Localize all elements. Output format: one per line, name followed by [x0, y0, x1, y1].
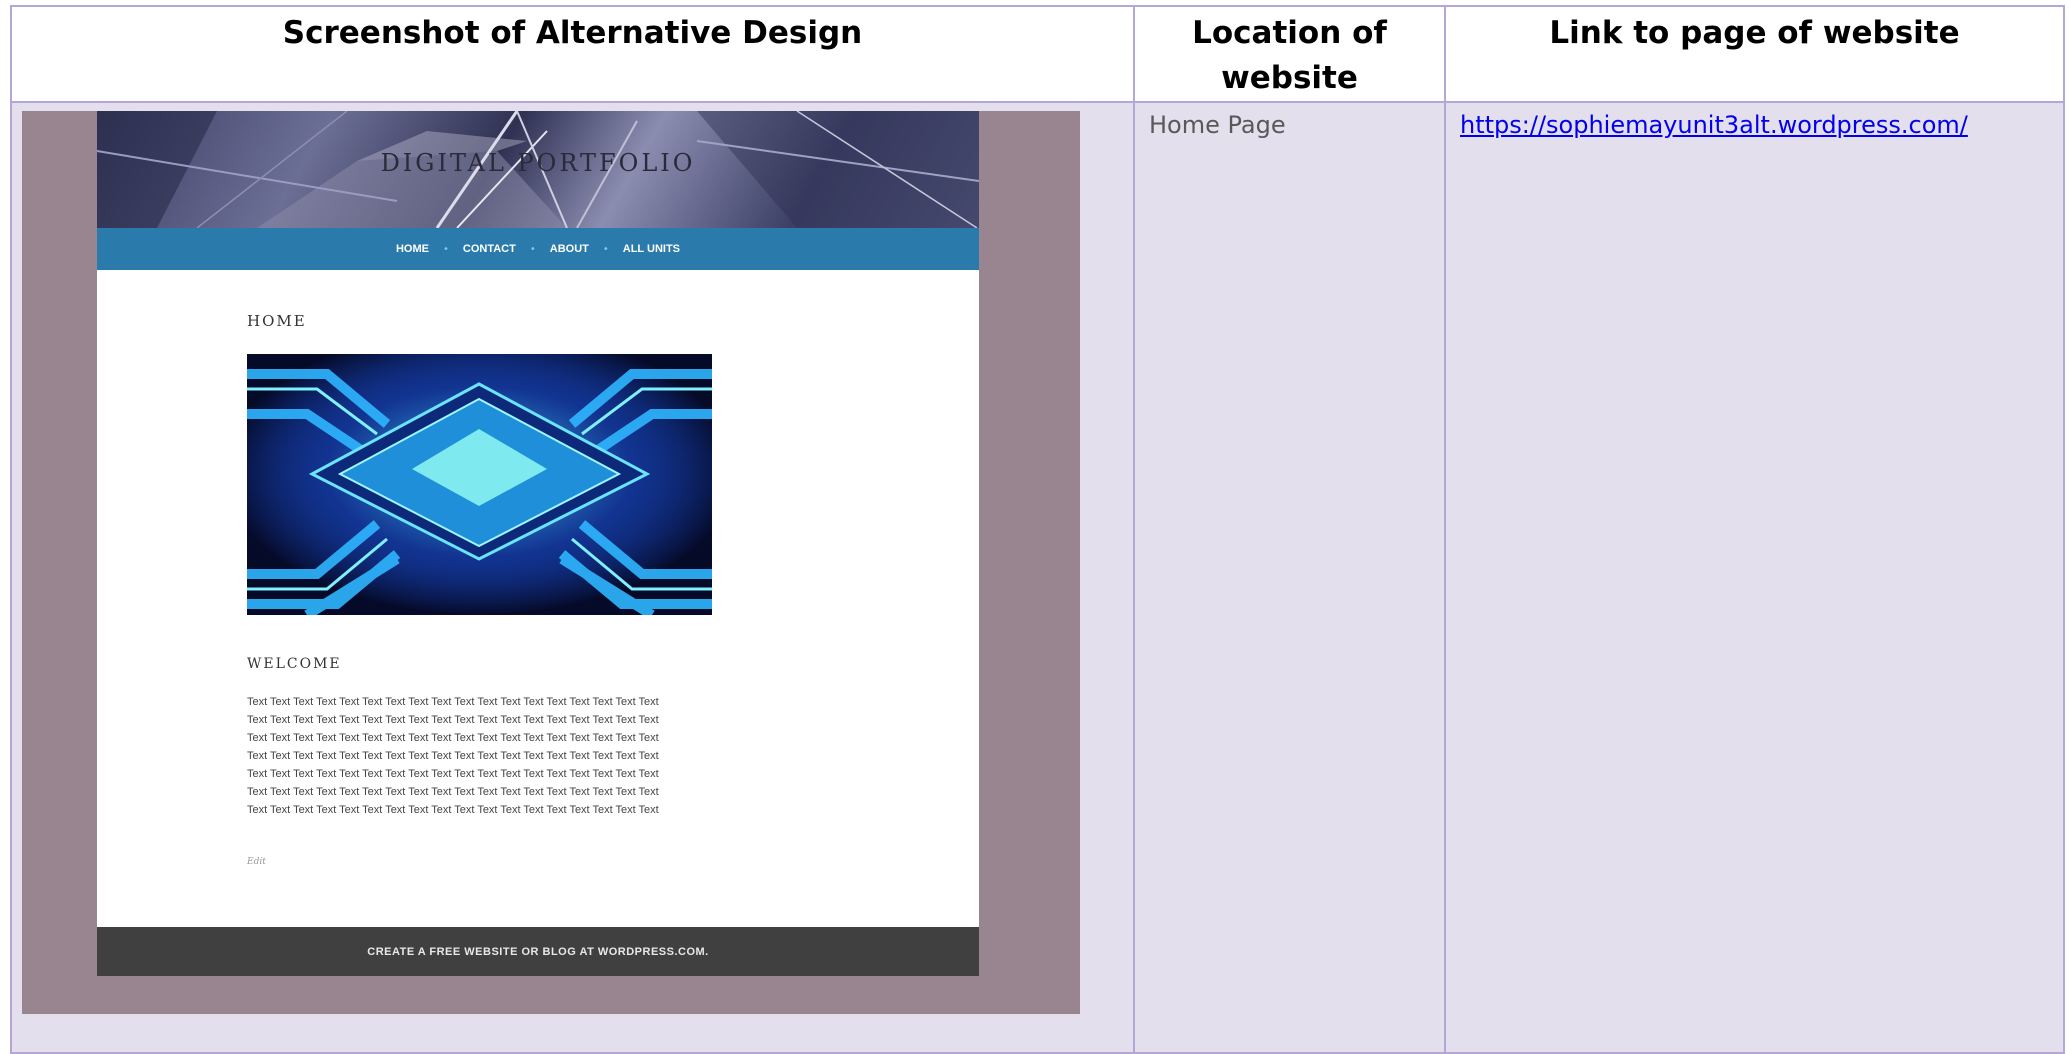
embedded-website: DIGITAL PORTFOLIO HOME • CONTACT • ABOUT… [97, 111, 979, 976]
site-header-banner: DIGITAL PORTFOLIO [97, 111, 979, 228]
edit-link[interactable]: Edit [247, 857, 266, 867]
footer-credit-link[interactable]: CREATE A FREE WEBSITE OR BLOG AT WORDPRE… [367, 946, 709, 958]
body-text-line: Text Text Text Text Text Text Text Text … [247, 714, 659, 726]
nav-all-units[interactable]: ALL UNITS [623, 243, 680, 255]
nav-separator: • [442, 243, 449, 255]
body-text-line: Text Text Text Text Text Text Text Text … [247, 750, 659, 762]
header-screenshot: Screenshot of Alternative Design [10, 5, 1135, 103]
table-row: DIGITAL PORTFOLIO HOME • CONTACT • ABOUT… [10, 101, 2065, 1054]
location-text: Home Page [1149, 111, 1286, 139]
nav-about[interactable]: ABOUT [550, 243, 589, 255]
screenshot-cell: DIGITAL PORTFOLIO HOME • CONTACT • ABOUT… [10, 101, 1135, 1054]
nav-separator: • [602, 243, 609, 255]
site-title: DIGITAL PORTFOLIO [380, 149, 696, 177]
website-link[interactable]: https://sophiemayunit3alt.wordpress.com/ [1460, 111, 1968, 139]
comparison-table: Screenshot of Alternative Design Locatio… [10, 5, 2065, 1054]
header-link: Link to page of website [1444, 5, 2065, 103]
nav-separator: • [529, 243, 536, 255]
nav-contact[interactable]: CONTACT [463, 243, 516, 255]
link-cell: https://sophiemayunit3alt.wordpress.com/ [1444, 101, 2065, 1054]
screenshot-image: DIGITAL PORTFOLIO HOME • CONTACT • ABOUT… [22, 111, 1080, 1014]
header-location: Location of website [1133, 5, 1446, 103]
body-text-line: Text Text Text Text Text Text Text Text … [247, 768, 659, 780]
body-text-line: Text Text Text Text Text Text Text Text … [247, 786, 659, 798]
site-nav-bar: HOME • CONTACT • ABOUT • ALL UNITS [97, 228, 979, 270]
table-header-row: Screenshot of Alternative Design Locatio… [10, 5, 2065, 103]
nav-home[interactable]: HOME [396, 243, 429, 255]
location-cell: Home Page [1133, 101, 1446, 1054]
body-text-line: Text Text Text Text Text Text Text Text … [247, 732, 659, 744]
welcome-body-text: Text Text Text Text Text Text Text Text … [247, 693, 707, 819]
body-text-line: Text Text Text Text Text Text Text Text … [247, 804, 659, 816]
body-text-line: Text Text Text Text Text Text Text Text … [247, 696, 659, 708]
microchip-image [247, 354, 712, 615]
site-footer: CREATE A FREE WEBSITE OR BLOG AT WORDPRE… [97, 927, 979, 976]
welcome-heading: WELCOME [247, 656, 342, 672]
page-heading: HOME [247, 312, 307, 330]
